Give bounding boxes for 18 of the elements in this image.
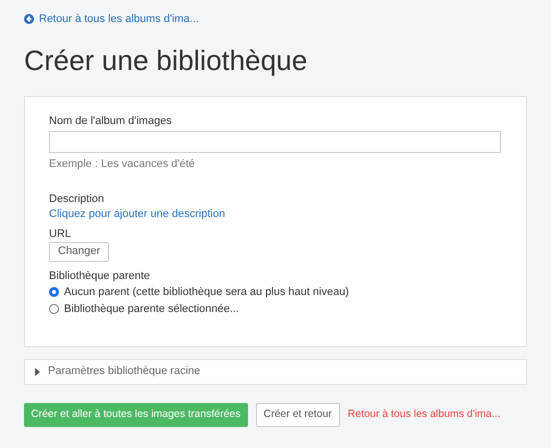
- back-link[interactable]: Retour à tous les albums d'ima...: [24, 11, 199, 28]
- page-title: Créer une bibliothèque: [24, 44, 308, 78]
- radio-option[interactable]: Aucun parent (cette bibliothèque sera au plus haut niveau): [49, 284, 349, 300]
- create-and-return-button[interactable]: Créer et retour: [256, 402, 340, 426]
- radio-button[interactable]: [49, 304, 59, 314]
- field-label: URL: [49, 226, 72, 240]
- back-arrow-icon: [24, 14, 34, 24]
- collapsible-section[interactable]: Paramètres bibliothèque racine: [24, 358, 527, 384]
- add-description-link[interactable]: Cliquez pour ajouter une description: [49, 206, 226, 220]
- cancel-link[interactable]: Retour à tous les albums d'ima...: [348, 406, 500, 422]
- field-label: Nom de l'album d'images: [49, 114, 172, 128]
- field-label: Bibliothèque parente: [49, 268, 150, 282]
- radio-button[interactable]: [49, 286, 59, 296]
- change-button[interactable]: Changer: [49, 242, 110, 262]
- album-name-field[interactable]: [49, 130, 501, 152]
- field-label: Description: [49, 192, 104, 206]
- radio-option[interactable]: Bibliothèque parente sélectionnée...: [49, 300, 239, 316]
- field-hint: Exemple : Les vacances d'été: [49, 156, 195, 170]
